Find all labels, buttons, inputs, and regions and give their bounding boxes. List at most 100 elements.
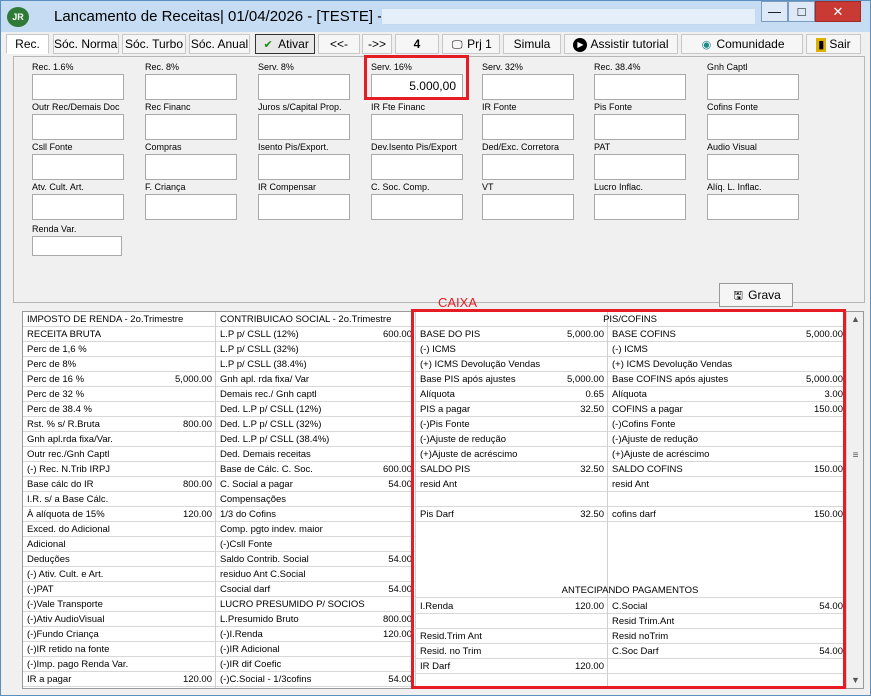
table-row[interactable]: cofins darf 150.00 — [608, 507, 846, 522]
table-row[interactable]: Base de Cálc. C. Soc. 600.00 — [216, 462, 415, 477]
table-row[interactable]: Base cálc do IR 800.00 — [23, 477, 215, 492]
field-input[interactable] — [371, 114, 463, 140]
field-input[interactable] — [594, 194, 686, 220]
table-row[interactable]: (-) Rec. N.Trib IRPJ — [23, 462, 215, 477]
tab-soc-normal[interactable]: Sóc. Normal — [53, 34, 119, 54]
table-row[interactable] — [608, 492, 846, 507]
tab-soc-turbo[interactable]: Sóc. Turbo — [122, 34, 186, 54]
scroll-up-icon[interactable]: ▲ — [847, 312, 863, 327]
table-row[interactable]: À alíquota de 15% 120.00 — [23, 507, 215, 522]
table-row[interactable]: (-)Imp. pago Renda Var. — [23, 657, 215, 672]
field-input[interactable] — [32, 154, 124, 180]
field-input[interactable] — [594, 114, 686, 140]
field-input[interactable] — [258, 154, 350, 180]
table-row[interactable]: Compensações — [216, 492, 415, 507]
table-row[interactable]: LUCRO PRESUMIDO P/ SOCIOS — [216, 597, 415, 612]
table-row[interactable]: Resid.Trim Ant — [416, 629, 607, 644]
next-button[interactable]: ->> — [362, 34, 392, 54]
table-row[interactable]: (-)IR Adicional — [216, 642, 415, 657]
table-row[interactable]: C.Soc Darf 54.00 — [608, 644, 846, 659]
table-row[interactable]: IR a pagar 120.00 — [23, 672, 215, 687]
table-row[interactable]: (-)Ativ AudioVisual — [23, 612, 215, 627]
table-row[interactable]: (-) ICMS — [416, 342, 607, 357]
field-input[interactable] — [258, 114, 350, 140]
table-row[interactable]: PIS a pagar 32.50 — [416, 402, 607, 417]
table-row[interactable] — [416, 614, 607, 629]
table-row[interactable]: resid Ant — [608, 477, 846, 492]
table-row[interactable]: (-)Pis Fonte — [416, 417, 607, 432]
table-row[interactable]: Base PIS após ajustes 5,000.00 — [416, 372, 607, 387]
prj-button[interactable]: 🖵 Prj 1 — [442, 34, 500, 54]
table-row[interactable]: Comp. pgto indev. maior — [216, 522, 415, 537]
comunidade-button[interactable]: ◉ Comunidade — [681, 34, 803, 54]
table-row[interactable]: I.R. s/ a Base Cálc. — [23, 492, 215, 507]
table-row[interactable]: resid Ant — [416, 477, 607, 492]
table-row[interactable]: L.P p/ CSLL (38.4%) — [216, 357, 415, 372]
table-row[interactable]: Alíquota 3.00 — [608, 387, 846, 402]
field-input[interactable] — [707, 74, 799, 100]
table-row[interactable]: (-)C.Social - 1/3cofins 54.00 — [216, 672, 415, 687]
table-row[interactable]: Alíquota 0.65 — [416, 387, 607, 402]
minimize-button[interactable]: — — [761, 1, 788, 22]
table-row[interactable]: (-)Cofins Fonte — [608, 417, 846, 432]
table-row[interactable]: (-)PAT — [23, 582, 215, 597]
table-row[interactable]: (-)Fundo Criança — [23, 627, 215, 642]
field-input[interactable] — [594, 74, 686, 100]
table-row[interactable]: Base COFINS após ajustes 5,000.00 — [608, 372, 846, 387]
table-row[interactable]: (-)I.Renda 120.00 — [216, 627, 415, 642]
scroll-thumb[interactable]: ≡ — [850, 450, 861, 462]
grava-button[interactable]: 🖫 Grava — [719, 283, 793, 307]
table-row[interactable]: Deduções — [23, 552, 215, 567]
field-input[interactable] — [32, 236, 122, 256]
sair-button[interactable]: ▮ Sair — [806, 34, 861, 54]
simula-button[interactable]: Simula — [503, 34, 561, 54]
field-input[interactable] — [482, 114, 574, 140]
table-row[interactable]: (+) ICMS Devolução Vendas — [416, 357, 607, 372]
table-row[interactable]: L.Presumido Bruto 800.00 — [216, 612, 415, 627]
table-row[interactable]: Ded. Demais receitas — [216, 447, 415, 462]
field-input[interactable] — [482, 194, 574, 220]
field-input[interactable] — [145, 74, 237, 100]
table-row[interactable]: Resid. no Trim — [416, 644, 607, 659]
table-row[interactable]: CONTRIBUICAO SOCIAL - 2o.Trimestre — [216, 312, 415, 327]
field-input[interactable] — [258, 74, 350, 100]
table-row[interactable]: I.Renda 120.00 — [416, 599, 607, 614]
prev-button[interactable]: <<- — [318, 34, 360, 54]
table-row[interactable]: Perc de 32 % — [23, 387, 215, 402]
table-row[interactable]: SALDO PIS 32.50 — [416, 462, 607, 477]
table-row[interactable]: Saldo Contrib. Social 54.00 — [216, 552, 415, 567]
table-row[interactable]: BASE DO PIS 5,000.00 — [416, 327, 607, 342]
table-row[interactable]: Rst. % s/ R.Bruta 800.00 — [23, 417, 215, 432]
field-input[interactable] — [32, 194, 124, 220]
table-row[interactable]: (-) Ativ. Cult. e Art. — [23, 567, 215, 582]
scroll-down-icon[interactable]: ▼ — [847, 673, 863, 688]
tutorial-button[interactable]: ▶ Assistir tutorial — [564, 34, 678, 54]
table-row[interactable]: (-)IR dif Coefic — [216, 657, 415, 672]
ativar-button[interactable]: ✔ Ativar — [255, 34, 315, 54]
table-row[interactable]: residuo Ant C.Social — [216, 567, 415, 582]
table-row[interactable]: (+) ICMS Devolução Vendas — [608, 357, 846, 372]
close-button[interactable]: ✕ — [815, 1, 861, 22]
field-input[interactable] — [707, 114, 799, 140]
table-row[interactable]: Resid Trim.Ant — [608, 614, 846, 629]
field-input[interactable] — [707, 194, 799, 220]
table-row[interactable]: L.P p/ CSLL (32%) — [216, 342, 415, 357]
table-row[interactable]: RECEITA BRUTA — [23, 327, 215, 342]
table-row[interactable]: Perc de 1,6 % — [23, 342, 215, 357]
tab-soc-anual[interactable]: Sóc. Anual — [189, 34, 250, 54]
field-input[interactable] — [258, 194, 350, 220]
field-input[interactable] — [707, 154, 799, 180]
table-row[interactable]: Perc de 16 % 5,000.00 — [23, 372, 215, 387]
table-row[interactable]: Demais rec./ Gnh captl — [216, 387, 415, 402]
table-row[interactable]: Gnh apl. rda fixa/ Var — [216, 372, 415, 387]
table-row[interactable]: (-)Ajuste de redução — [416, 432, 607, 447]
table-row[interactable]: Perc de 8% — [23, 357, 215, 372]
table-row[interactable]: COFINS a pagar 150.00 — [608, 402, 846, 417]
vertical-scrollbar[interactable]: ▲ ≡ ▼ — [846, 312, 863, 688]
table-row[interactable]: C.Social 54.00 — [608, 599, 846, 614]
maximize-button[interactable]: □ — [788, 1, 815, 22]
table-row[interactable]: Pis Darf 32.50 — [416, 507, 607, 522]
field-input[interactable] — [371, 154, 463, 180]
table-row[interactable]: Gnh apl.rda fixa/Var. — [23, 432, 215, 447]
page-number[interactable]: 4 — [395, 34, 439, 54]
